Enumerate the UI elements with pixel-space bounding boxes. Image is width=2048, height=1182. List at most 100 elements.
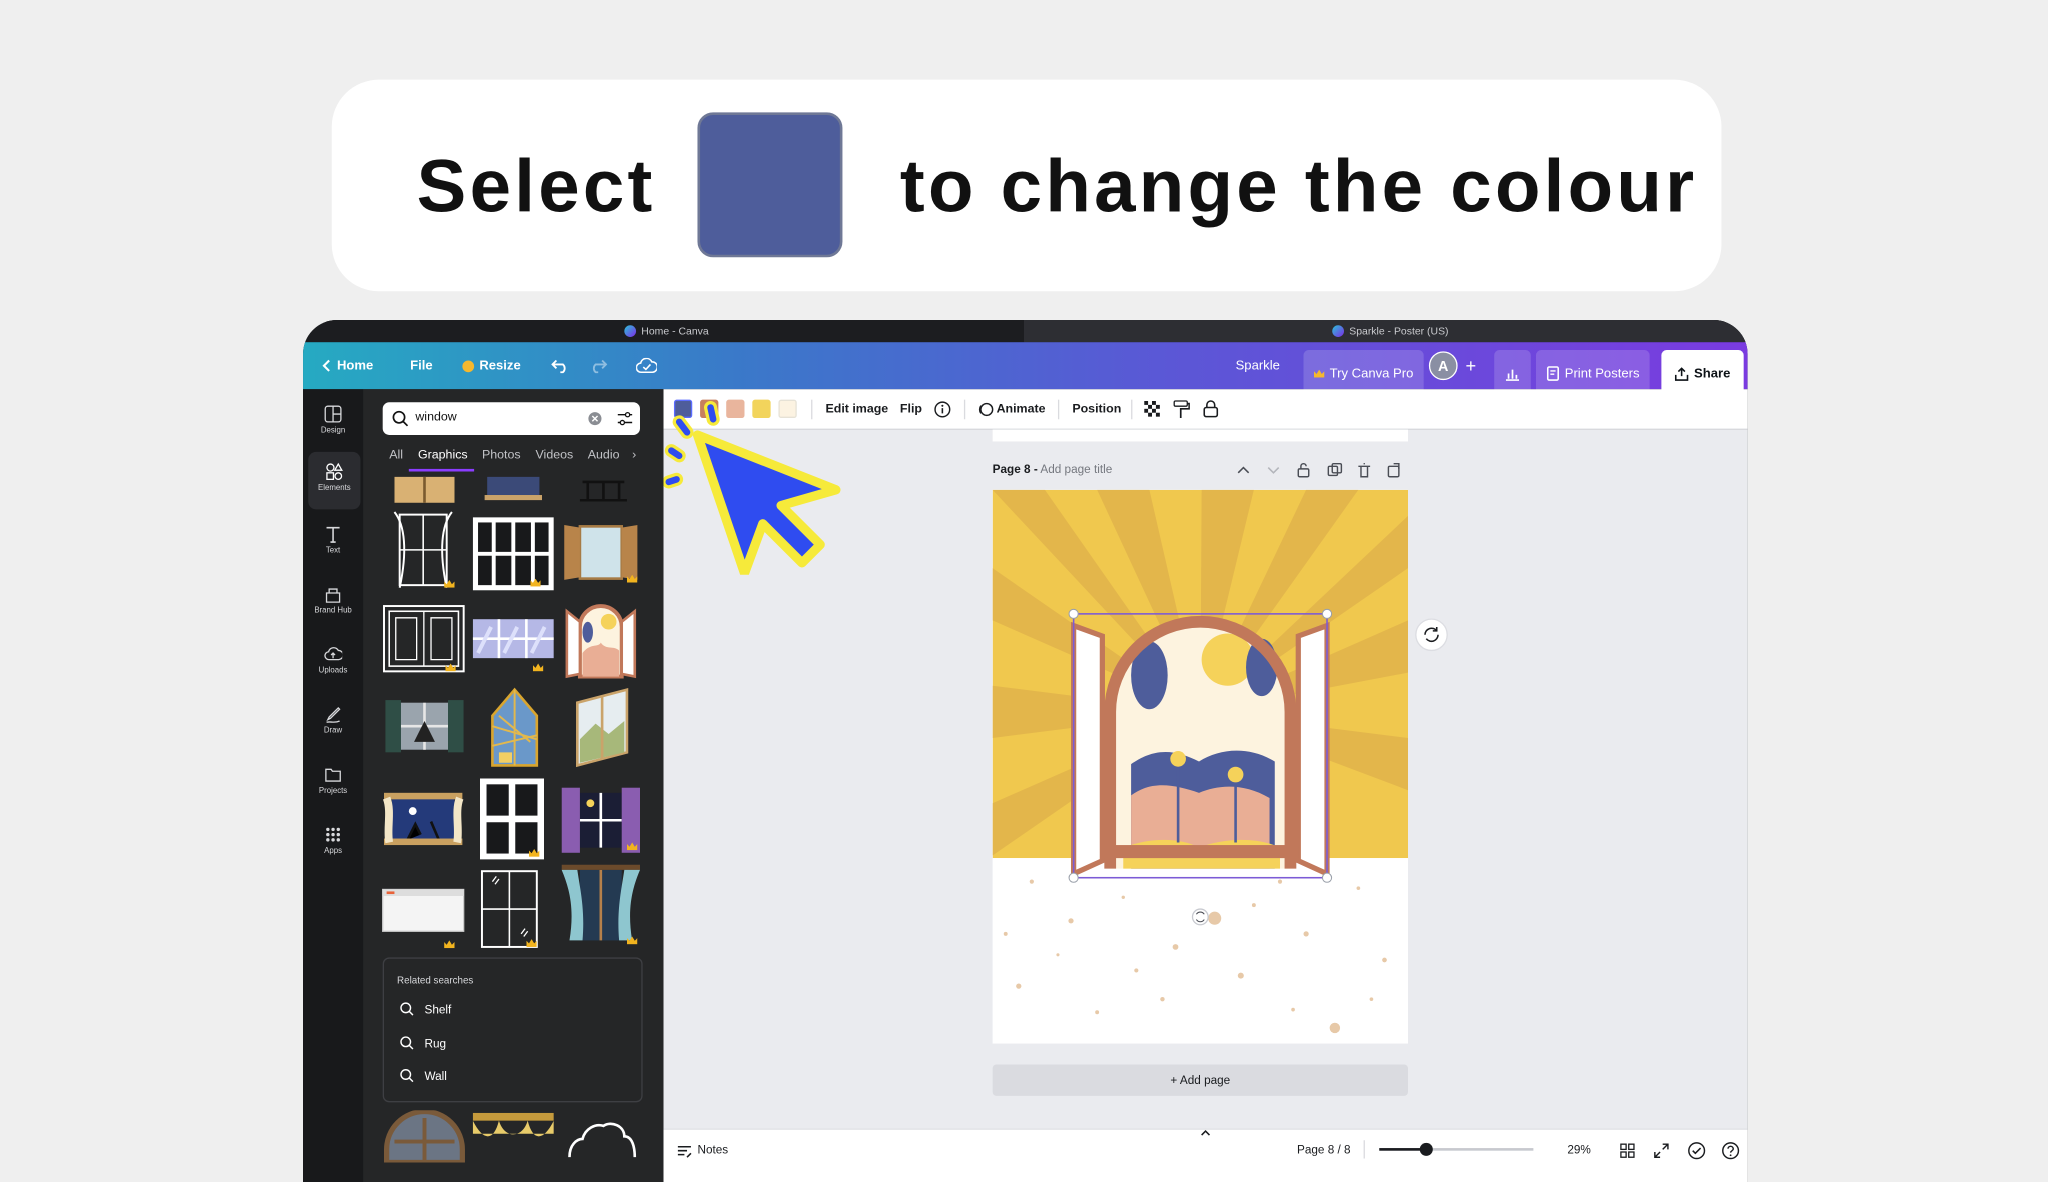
zoom-slider[interactable]: [1379, 1142, 1534, 1156]
graphic-result[interactable]: [561, 864, 640, 946]
rail-brand-hub[interactable]: Brand Hub: [303, 575, 363, 632]
page-title-input[interactable]: Add page title: [1040, 462, 1112, 475]
tab-photos[interactable]: Photos: [482, 448, 521, 462]
notes-button[interactable]: Notes: [697, 1143, 728, 1156]
undo-button[interactable]: [551, 342, 569, 389]
graphic-result[interactable]: [472, 619, 554, 672]
zoom-level[interactable]: 29%: [1567, 1143, 1591, 1156]
related-search-item[interactable]: Wall: [400, 1068, 447, 1083]
search-box[interactable]: window: [382, 402, 640, 435]
browser-tab-sparkle-label: Sparkle - Poster (US): [1349, 325, 1449, 337]
flip-button[interactable]: Flip: [900, 389, 922, 429]
transparency-icon[interactable]: [1144, 400, 1161, 418]
grid-view-icon[interactable]: [1620, 1143, 1636, 1159]
color-swatch-example: [697, 112, 843, 258]
bottom-divider: [1363, 1140, 1365, 1159]
check-circle-icon[interactable]: [1688, 1142, 1706, 1160]
related-search-label: Wall: [424, 1069, 447, 1083]
add-page-button[interactable]: + Add page: [992, 1064, 1408, 1096]
animate-button[interactable]: Animate: [997, 389, 1046, 429]
home-label: Home: [336, 358, 374, 373]
graphic-result[interactable]: [575, 687, 630, 768]
draw-icon: [326, 706, 341, 723]
tab-videos[interactable]: Videos: [536, 448, 574, 462]
page-actions: [1237, 462, 1400, 478]
resize-button[interactable]: Resize: [462, 342, 521, 389]
redo-button[interactable]: [589, 342, 608, 389]
canva-favicon-icon: [1332, 325, 1344, 337]
tab-all[interactable]: All: [389, 448, 403, 462]
file-menu-button[interactable]: File: [410, 342, 433, 389]
graphic-result[interactable]: [577, 477, 629, 503]
rotate-handle-icon[interactable]: [1415, 618, 1449, 652]
graphic-result[interactable]: [383, 605, 465, 673]
pointer-cursor-icon: [663, 400, 841, 575]
graphic-result[interactable]: [479, 869, 539, 950]
chevron-right-icon[interactable]: ›: [632, 448, 636, 462]
graphic-result[interactable]: [472, 1112, 554, 1152]
rail-uploads[interactable]: Uploads: [303, 635, 363, 692]
graphic-result[interactable]: [561, 787, 640, 853]
share-label: Share: [1694, 366, 1731, 381]
plus-icon: +: [1465, 355, 1477, 377]
poster-page[interactable]: [992, 489, 1408, 1044]
rail-text-label: Text: [325, 547, 341, 556]
rail-uploads-label: Uploads: [318, 667, 348, 676]
paint-roller-icon[interactable]: [1173, 400, 1190, 420]
bar-chart-icon: [1505, 368, 1520, 381]
graphic-result[interactable]: [385, 697, 464, 754]
graphic-result[interactable]: [394, 476, 455, 503]
poster-artwork: [992, 489, 1408, 1044]
browser-tab-sparkle[interactable]: Sparkle - Poster (US): [1023, 319, 1748, 343]
design-title-label: Sparkle: [1235, 358, 1280, 373]
search-input[interactable]: window: [415, 410, 456, 424]
related-search-item[interactable]: Rug: [400, 1036, 446, 1050]
rail-projects[interactable]: Projects: [303, 755, 363, 812]
zoom-slider-knob[interactable]: [1419, 1142, 1433, 1156]
page-count[interactable]: Page 8 / 8: [1297, 1143, 1351, 1156]
canva-favicon-icon: [624, 325, 637, 337]
rail-elements[interactable]: Elements: [308, 451, 361, 510]
design-title[interactable]: Sparkle: [1236, 342, 1280, 389]
tab-audio[interactable]: Audio: [588, 448, 620, 462]
graphic-result[interactable]: [488, 687, 540, 768]
info-icon[interactable]: [934, 401, 951, 418]
tab-graphics[interactable]: Graphics: [418, 448, 468, 462]
graphic-result[interactable]: [383, 1108, 465, 1166]
rail-draw[interactable]: Draw: [303, 695, 363, 752]
related-search-item[interactable]: Shelf: [400, 1002, 451, 1016]
position-button[interactable]: Position: [1072, 389, 1121, 429]
home-button[interactable]: Home: [321, 342, 373, 389]
rail-design[interactable]: Design: [303, 394, 363, 451]
crown-icon: [1313, 369, 1325, 378]
bottom-bar: Notes Page 8 / 8 29%: [663, 1128, 1748, 1182]
chevron-left-icon: [322, 359, 330, 372]
graphic-result[interactable]: [381, 790, 465, 850]
rail-text[interactable]: Text: [303, 515, 363, 572]
graphic-result[interactable]: [472, 517, 554, 591]
fullscreen-icon[interactable]: [1654, 1143, 1670, 1159]
graphic-result[interactable]: [564, 1118, 637, 1158]
cloud-check-icon: [636, 357, 657, 374]
canva-window: Home - Canva Sparkle - Poster (US) Home …: [303, 319, 1748, 1182]
avatar[interactable]: A: [1428, 351, 1458, 381]
cloud-save-button[interactable]: [636, 342, 657, 389]
graphic-result[interactable]: [392, 509, 455, 590]
filter-icon[interactable]: [616, 410, 633, 427]
browser-tab-home[interactable]: Home - Canva: [624, 320, 709, 342]
browser-tabstrip: Home - Canva Sparkle - Poster (US): [303, 319, 1748, 343]
graphic-result[interactable]: [381, 888, 465, 949]
rail-apps[interactable]: Apps: [303, 815, 363, 872]
lock-icon[interactable]: [1203, 400, 1219, 418]
graphic-result[interactable]: [484, 476, 543, 501]
rail-apps-label: Apps: [324, 847, 342, 856]
clear-search-icon[interactable]: [588, 411, 602, 426]
undo-icon: [551, 359, 566, 374]
chevron-up-icon[interactable]: [1199, 1128, 1212, 1136]
graphic-result[interactable]: [562, 520, 640, 585]
help-icon[interactable]: [1721, 1142, 1740, 1160]
invite-button[interactable]: +: [1465, 342, 1476, 389]
graphic-result[interactable]: [479, 777, 544, 861]
animate-icon: [978, 402, 994, 417]
graphic-result[interactable]: [562, 598, 640, 679]
